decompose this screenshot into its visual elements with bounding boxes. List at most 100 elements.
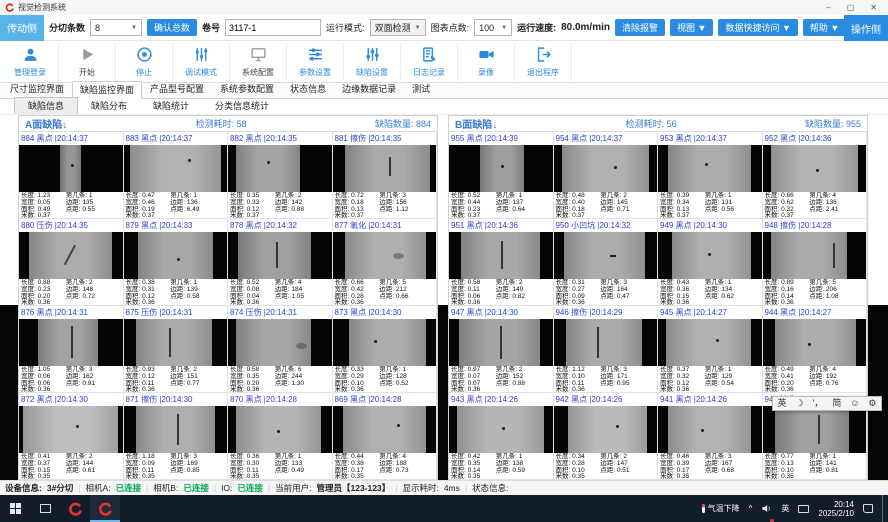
tab-3[interactable]: 系统参数配置 (212, 80, 282, 98)
defect-cell-878[interactable]: 878 黑点 |20:14:32长度: 0.52宽度: 0.08面积: 0.04… (228, 219, 333, 306)
keyboard-tray-button[interactable] (798, 495, 809, 522)
stop-button[interactable]: 停止 (116, 43, 173, 81)
view-menu-button[interactable]: 视图 ▼ (670, 19, 713, 36)
video-record-button[interactable]: 录像 (458, 43, 515, 81)
defect-cell-949[interactable]: 949 黑点 |20:14:30长度: 0.43宽度: 0.36面积: 0.15… (658, 219, 763, 306)
defect-cell-873[interactable]: 873 黑点 |20:14:30长度: 0.33宽度: 0.29面积: 0.10… (333, 306, 438, 393)
defect-cell-877[interactable]: 877 氧化 |20:14:31长度: 0.66宽度: 0.42面积: 0.28… (333, 219, 438, 306)
display-time-label: 显示耗时: (402, 482, 438, 494)
ime-fullhalf-icon[interactable]: ☽ (795, 399, 803, 408)
defect-cell-953[interactable]: 953 黑点 |20:14:37长度: 0.39宽度: 0.34面积: 0.13… (658, 132, 763, 219)
debug-mode-button[interactable]: 调试模式 (173, 43, 230, 81)
admin-login-button[interactable]: 管理登录 (2, 43, 59, 81)
taskbar-app-2-active[interactable] (90, 495, 120, 522)
ime-emoji-icon[interactable]: ☺ (850, 399, 859, 408)
defect-cell-942[interactable]: 942 黑点 |20:14:26长度: 0.34宽度: 0.28面积: 0.10… (554, 393, 659, 480)
defect-dist: 点距: 0.54 (705, 381, 760, 388)
start-button[interactable]: 开始 (59, 43, 116, 81)
defect-cell-875[interactable]: 875 压伤 |20:14:31长度: 0.93宽度: 0.12面积: 0.11… (124, 306, 229, 393)
weather-text: 气温下降 (708, 503, 740, 514)
log-record-button[interactable]: 日志记录 (401, 43, 458, 81)
tab-1[interactable]: 缺陷监控界面 (72, 81, 142, 99)
defect-cell-882[interactable]: 882 黑点 |20:14:35长度: 0.35宽度: 0.33面积: 0.12… (228, 132, 333, 219)
run-mode-select[interactable]: 双面检测▼ (370, 19, 426, 36)
tab-5[interactable]: 边缘数据记录 (334, 80, 404, 98)
start-button[interactable] (0, 495, 30, 522)
ime-simplified-icon[interactable]: 简 (832, 399, 841, 408)
tool-button-label: 调试模式 (185, 67, 217, 78)
defect-cell-884[interactable]: 884 黑点 |20:14:37长度: 1.23宽度: 0.05面积: 0.49… (19, 132, 124, 219)
ime-punct-icon[interactable]: '， (813, 399, 824, 408)
defect-cell-945[interactable]: 945 黑点 |20:14:27长度: 0.37宽度: 0.32面积: 0.12… (658, 306, 763, 393)
show-desktop-button[interactable] (882, 495, 886, 522)
defect-dist: 点距: 2.41 (809, 207, 864, 214)
drive-side-button[interactable]: 传动侧 (0, 15, 44, 41)
weather-tray-item[interactable]: 气温下降 (702, 495, 740, 522)
exit-program-button[interactable]: 退出程序 (515, 43, 572, 81)
defect-info-left: 长度: 0.38宽度: 0.31面积: 0.12米数: 0.36 (126, 280, 171, 306)
defect-info-right: 第几条: 1边距: 134点距: 0.62 (705, 280, 760, 306)
defect-settings-button[interactable]: 缺陷设置 (344, 43, 401, 81)
defect-cell-872[interactable]: 872 黑点 |20:14:30长度: 0.41宽度: 0.37面积: 0.15… (19, 393, 124, 480)
defect-cell-955[interactable]: 955 黑点 |20:14:39长度: 0.52宽度: 0.44面积: 0.23… (449, 132, 554, 219)
defect-cell-952[interactable]: 952 黑点 |20:14:36长度: 0.66宽度: 0.62面积: 0.32… (763, 132, 868, 219)
tray-expand-button[interactable]: ^ (749, 495, 753, 522)
defect-info: 长度: 0.52宽度: 0.44面积: 0.23米数: 0.37第几条: 1边距… (449, 192, 553, 219)
ime-language-button[interactable]: 英 (781, 495, 789, 522)
subtab-3[interactable]: 分类信息统计 (202, 98, 282, 114)
parameter-settings-button[interactable]: 参数设置 (287, 43, 344, 81)
defect-cell-874[interactable]: 874 压伤 |20:14:31长度: 0.58宽度: 0.35面积: 0.20… (228, 306, 333, 393)
defect-cell-941[interactable]: 941 黑点 |20:14:26长度: 0.46宽度: 0.39面积: 0.17… (658, 393, 763, 480)
panel-title-a[interactable]: A面缺陷↓ (25, 116, 67, 131)
roll-number-input[interactable] (225, 19, 321, 36)
ime-settings-icon[interactable]: ⚙ (868, 399, 876, 408)
defect-cell-946[interactable]: 946 擦伤 |20:14:29长度: 1.12宽度: 0.10面积: 0.11… (554, 306, 659, 393)
display-time-value: 4ms (444, 483, 460, 493)
defect-cell-881[interactable]: 881 擦伤 |20:14:35长度: 0.72宽度: 0.18面积: 0.13… (333, 132, 438, 219)
subtab-2[interactable]: 缺陷统计 (140, 98, 202, 114)
data-access-menu-button[interactable]: 数据快捷访问 ▼ (718, 19, 797, 36)
close-button[interactable]: ✕ (870, 3, 877, 12)
subtab-0[interactable]: 缺陷信息 (14, 97, 78, 114)
chart-points-select[interactable]: 100▼ (474, 19, 512, 36)
defect-cell-950[interactable]: 950 小凹坑 |20:14:32长度: 0.31宽度: 0.27面积: 0.0… (554, 219, 659, 306)
notification-center-button[interactable] (863, 495, 873, 522)
tab-0[interactable]: 尺寸监控界面 (2, 80, 72, 98)
defect-cell-header: 874 压伤 |20:14:31 (228, 306, 332, 319)
minimize-button[interactable]: – (826, 3, 830, 12)
defect-cell-951[interactable]: 951 黑点 |20:14:36长度: 0.58宽度: 0.11面积: 0.06… (449, 219, 554, 306)
operate-side-button[interactable]: 操作侧 (844, 15, 888, 41)
defect-cell-943[interactable]: 943 黑点 |20:14:26长度: 0.42宽度: 0.35面积: 0.14… (449, 393, 554, 480)
task-view-button[interactable] (30, 495, 60, 522)
taskbar-clock[interactable]: 20:14 2025/2/10 (818, 500, 854, 518)
confirm-total-button[interactable]: 确认总数 (147, 19, 197, 36)
system-config-button[interactable]: 系统配置 (230, 43, 287, 81)
defect-cell-947[interactable]: 947 黑点 |20:14:30长度: 0.97宽度: 0.07面积: 0.07… (449, 306, 554, 393)
maximize-button[interactable]: ▢ (847, 3, 855, 12)
subtab-1[interactable]: 缺陷分布 (78, 98, 140, 114)
help-menu-button[interactable]: 帮助 ▼ (803, 19, 846, 36)
material-strip (775, 319, 856, 366)
tab-6[interactable]: 测试 (404, 80, 438, 98)
volume-tray-button[interactable] (761, 495, 772, 522)
clear-alarm-button[interactable]: 清除报警 (615, 19, 665, 36)
defect-cell-869[interactable]: 869 黑点 |20:14:28长度: 0.44宽度: 0.38面积: 0.17… (333, 393, 438, 480)
defect-cell-879[interactable]: 879 黑点 |20:14:33长度: 0.38宽度: 0.31面积: 0.12… (124, 219, 229, 306)
defect-cell-880[interactable]: 880 压伤 |20:14:35长度: 0.88宽度: 0.23面积: 0.20… (19, 219, 124, 306)
panel-title-b[interactable]: B面缺陷↓ (455, 116, 497, 131)
defect-cell-870[interactable]: 870 黑点 |20:14:28长度: 0.36宽度: 0.30面积: 0.11… (228, 393, 333, 480)
defect-cell-876[interactable]: 876 黑点 |20:14:31长度: 1.05宽度: 0.06面积: 0.06… (19, 306, 124, 393)
defect-cell-948[interactable]: 948 擦伤 |20:14:28长度: 0.89宽度: 0.16面积: 0.14… (763, 219, 868, 306)
defect-cell-944[interactable]: 944 黑点 |20:14:27长度: 0.49宽度: 0.41面积: 0.20… (763, 306, 868, 393)
slit-count-select[interactable]: 8▼ (90, 19, 142, 36)
defect-cell-883[interactable]: 883 黑点 |20:14:37长度: 0.47宽度: 0.46面积: 0.19… (124, 132, 229, 219)
defect-cell-871[interactable]: 871 擦伤 |20:14:30长度: 1.18宽度: 0.09面积: 0.11… (124, 393, 229, 480)
separator: | (146, 483, 148, 493)
defect-info-left: 长度: 0.43宽度: 0.36面积: 0.15米数: 0.36 (660, 280, 705, 306)
defect-cell-954[interactable]: 954 黑点 |20:14:37长度: 0.48宽度: 0.40面积: 0.18… (554, 132, 659, 219)
ime-lang-toggle[interactable]: 英 (777, 399, 786, 408)
tab-2[interactable]: 产品型号配置 (142, 80, 212, 98)
taskbar-app-1[interactable] (60, 495, 90, 522)
tab-4[interactable]: 状态信息 (282, 80, 334, 98)
defect-info-right: 第几条: 3边距: 167点距: 0.68 (705, 454, 760, 480)
